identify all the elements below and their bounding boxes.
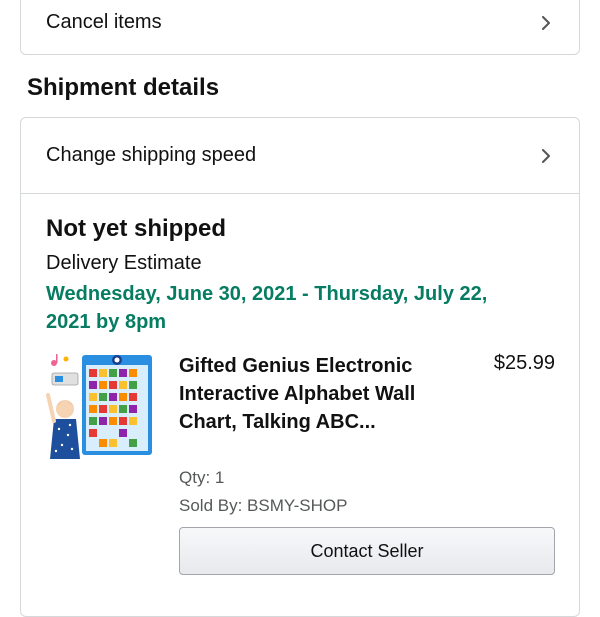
item-price: $25.99	[493, 352, 555, 374]
change-shipping-speed-label: Change shipping speed	[46, 144, 257, 166]
product-image[interactable]	[46, 351, 154, 463]
shipment-card: Change shipping speed Not yet shipped De…	[20, 117, 580, 617]
cancel-items-card: Cancel items	[20, 0, 580, 55]
sold-by: Sold By: BSMY-SHOP	[179, 496, 348, 515]
cancel-items-row[interactable]: Cancel items	[21, 1, 579, 44]
chevron-right-icon	[542, 15, 550, 30]
delivery-estimate-date: Wednesday, June 30, 2021 - Thursday, Jul…	[46, 283, 488, 333]
chevron-right-icon	[542, 148, 550, 163]
delivery-estimate-label: Delivery Estimate	[46, 252, 202, 274]
shipment-status: Not yet shipped	[46, 215, 227, 242]
contact-seller-button[interactable]: Contact Seller	[179, 527, 555, 575]
cancel-items-label: Cancel items	[46, 11, 162, 33]
product-title-link[interactable]: Gifted Genius Electronic Interactive Alp…	[179, 352, 439, 436]
change-shipping-speed-row[interactable]: Change shipping speed	[21, 118, 579, 194]
item-quantity: Qty: 1	[179, 468, 225, 487]
section-title: Shipment details	[27, 74, 220, 101]
